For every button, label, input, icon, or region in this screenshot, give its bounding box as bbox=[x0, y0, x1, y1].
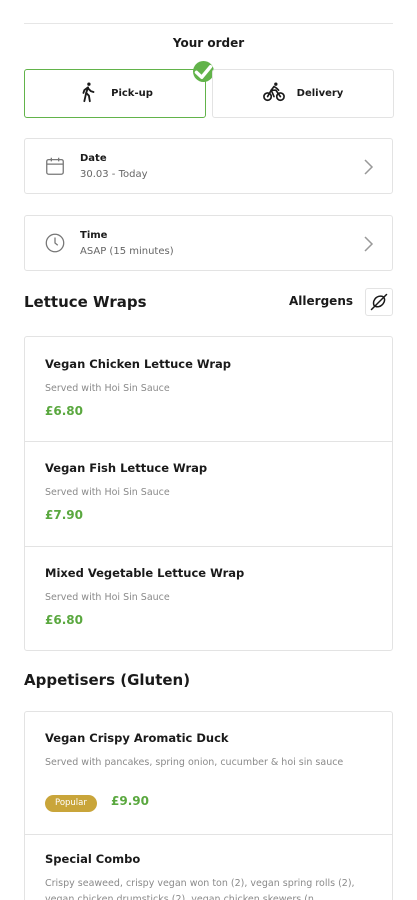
walking-person-icon bbox=[77, 81, 99, 107]
item-name: Vegan Crispy Aromatic Duck bbox=[45, 731, 229, 745]
order-title: Your order bbox=[172, 36, 245, 50]
selected-check-icon bbox=[193, 61, 214, 82]
bicycle-icon bbox=[262, 81, 285, 107]
pickup-option-button[interactable]: Pick-up bbox=[24, 61, 214, 118]
allergen-icon bbox=[370, 293, 388, 311]
item-description: Served with Hoi Sin Sauce bbox=[45, 487, 170, 498]
section-title-lettuce-wraps: Lettuce Wraps bbox=[24, 293, 147, 311]
time-value: ASAP (15 minutes) bbox=[80, 246, 174, 257]
menu-item[interactable]: Mixed Vegetable Lettuce Wrap Served with… bbox=[25, 547, 392, 650]
top-divider bbox=[24, 23, 393, 24]
item-price: £6.80 bbox=[45, 404, 83, 418]
item-name: Special Combo bbox=[45, 852, 141, 866]
item-description: Served with Hoi Sin Sauce bbox=[45, 592, 170, 603]
item-description: Crispy seaweed, crispy vegan won ton (2)… bbox=[45, 878, 355, 900]
item-price: £6.80 bbox=[45, 613, 83, 627]
chevron-right-icon bbox=[364, 159, 374, 175]
date-label: Date bbox=[80, 153, 107, 164]
delivery-option-button[interactable]: Delivery bbox=[212, 69, 394, 118]
item-price: £7.90 bbox=[45, 508, 83, 522]
menu-item[interactable]: Vegan Chicken Lettuce Wrap Served with H… bbox=[25, 337, 392, 442]
item-name: Mixed Vegetable Lettuce Wrap bbox=[45, 566, 245, 580]
time-selector[interactable]: Time ASAP (15 minutes) bbox=[24, 215, 393, 271]
menu-list-appetisers: Vegan Crispy Aromatic Duck Served with p… bbox=[24, 711, 393, 900]
date-value: 30.03 - Today bbox=[80, 169, 148, 180]
calendar-icon bbox=[46, 157, 64, 175]
clock-icon bbox=[45, 233, 65, 253]
date-selector[interactable]: Date 30.03 - Today bbox=[24, 138, 393, 194]
item-description: Served with pancakes, spring onion, cucu… bbox=[45, 757, 344, 768]
menu-item[interactable]: Vegan Fish Lettuce Wrap Served with Hoi … bbox=[25, 442, 392, 547]
allergens-label[interactable]: Allergens bbox=[289, 294, 353, 308]
menu-list-lettuce-wraps: Vegan Chicken Lettuce Wrap Served with H… bbox=[24, 336, 393, 651]
menu-item[interactable]: Special Combo Crispy seaweed, crispy veg… bbox=[25, 835, 392, 900]
item-name: Vegan Chicken Lettuce Wrap bbox=[45, 357, 232, 371]
chevron-right-icon bbox=[364, 236, 374, 252]
item-description: Served with Hoi Sin Sauce bbox=[45, 383, 170, 394]
item-price: £9.90 bbox=[111, 794, 149, 808]
pickup-label: Pick-up bbox=[111, 88, 153, 99]
menu-item[interactable]: Vegan Crispy Aromatic Duck Served with p… bbox=[25, 712, 392, 835]
popular-badge: Popular bbox=[45, 795, 97, 812]
section-title-appetisers: Appetisers (Gluten) bbox=[24, 671, 191, 689]
allergens-button[interactable] bbox=[365, 288, 393, 316]
delivery-label: Delivery bbox=[296, 88, 344, 99]
time-label: Time bbox=[80, 230, 108, 241]
item-name: Vegan Fish Lettuce Wrap bbox=[45, 461, 208, 475]
